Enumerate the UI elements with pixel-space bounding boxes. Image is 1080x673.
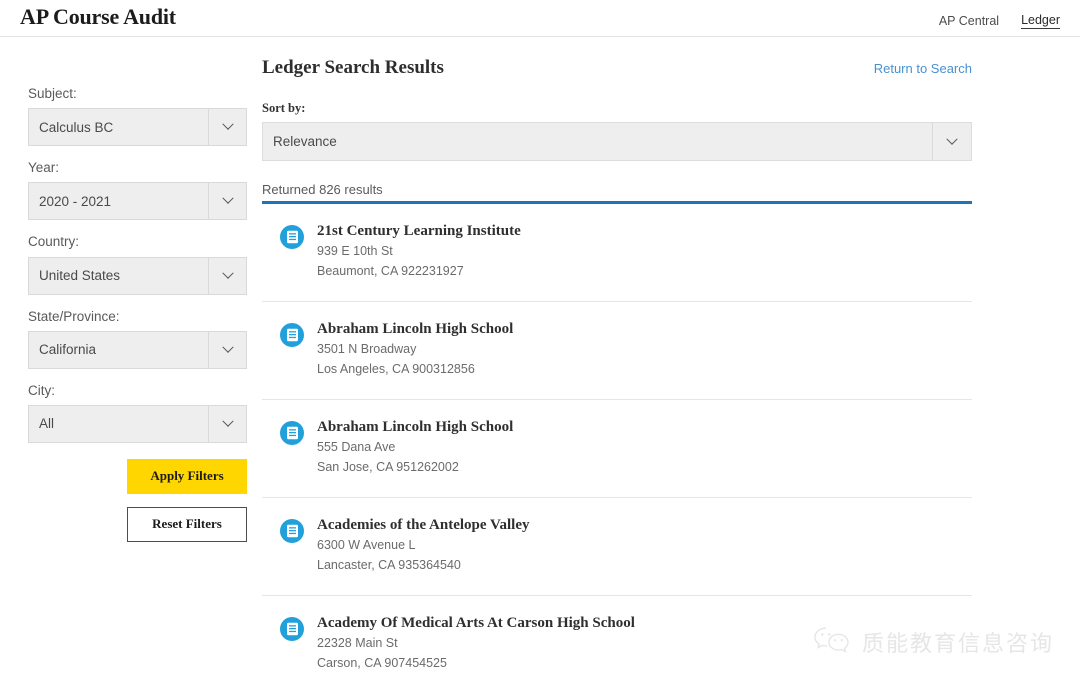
header-nav: AP Central Ledger xyxy=(939,13,1060,29)
result-street: 3501 N Broadway xyxy=(317,342,417,357)
document-icon xyxy=(280,617,304,641)
city-select[interactable]: All xyxy=(28,404,247,443)
page-body: Subject: Calculus BC Year: 2020 - 2021 C… xyxy=(0,37,1080,673)
nav-link-ap-central[interactable]: AP Central xyxy=(939,14,999,28)
result-body: Abraham Lincoln High School 555 Dana Ave… xyxy=(317,419,513,477)
filter-state-label: State/Province: xyxy=(28,308,120,324)
result-body: 21st Century Learning Institute 939 E 10… xyxy=(317,223,521,281)
filter-subject-label: Subject: xyxy=(28,86,77,101)
list-item[interactable]: 21st Century Learning Institute 939 E 10… xyxy=(262,204,972,302)
country-select-value: United States xyxy=(39,268,121,284)
result-body: Academy Of Medical Arts At Carson High S… xyxy=(317,615,635,673)
chevron-down-icon xyxy=(932,123,971,160)
state-select-value: California xyxy=(39,342,97,358)
results-count-row: Returned 826 results xyxy=(262,182,972,204)
result-city-state-zip: Carson, CA 907454525 xyxy=(317,655,447,670)
sort-by-select[interactable]: Relevance xyxy=(262,122,972,161)
nav-link-ledger[interactable]: Ledger xyxy=(1021,13,1060,29)
document-icon xyxy=(280,225,304,249)
result-city-state-zip: Beaumont, CA 922231927 xyxy=(317,263,464,278)
sort-by-value: Relevance xyxy=(273,134,337,149)
site-header: AP Course Audit AP Central Ledger xyxy=(0,0,1080,37)
result-body: Academies of the Antelope Valley 6300 W … xyxy=(317,517,529,575)
chevron-down-icon xyxy=(208,183,246,220)
list-item[interactable]: Abraham Lincoln High School 3501 N Broad… xyxy=(262,302,972,400)
results-title: Ledger Search Results xyxy=(262,57,444,78)
results-count-text: Returned 826 results xyxy=(262,182,383,197)
chevron-down-icon xyxy=(208,257,246,294)
filter-subject: Subject: Calculus BC xyxy=(28,86,262,147)
list-item[interactable]: Academy Of Medical Arts At Carson High S… xyxy=(262,596,972,673)
filter-country-label: Country: xyxy=(28,234,80,250)
filter-country: Country: United States xyxy=(28,234,262,295)
return-to-search-link[interactable]: Return to Search xyxy=(874,61,972,76)
chevron-down-icon xyxy=(208,109,246,146)
results-header: Ledger Search Results Return to Search xyxy=(262,57,972,79)
subject-select[interactable]: Calculus BC xyxy=(28,108,247,147)
page-title: AP Course Audit xyxy=(20,4,176,29)
filter-year-label: Year: xyxy=(28,160,60,176)
year-select-value: 2020 - 2021 xyxy=(39,193,112,209)
result-street: 22328 Main St xyxy=(317,636,398,651)
document-icon xyxy=(280,421,304,445)
city-select-value: All xyxy=(39,416,55,432)
result-city-state-zip: Los Angeles, CA 900312856 xyxy=(317,361,475,376)
filter-city: City: All xyxy=(28,383,262,443)
list-item[interactable]: Academies of the Antelope Valley 6300 W … xyxy=(262,498,972,596)
results-list: 21st Century Learning Institute 939 E 10… xyxy=(262,204,972,673)
subject-select-value: Calculus BC xyxy=(39,119,114,135)
result-school-name: Abraham Lincoln High School xyxy=(317,321,514,337)
result-city-state-zip: Lancaster, CA 935364540 xyxy=(317,557,461,572)
country-select[interactable]: United States xyxy=(28,256,247,295)
state-select[interactable]: California xyxy=(28,330,247,369)
filter-sidebar: Subject: Calculus BC Year: 2020 - 2021 C… xyxy=(0,51,262,673)
document-icon xyxy=(280,519,304,543)
filter-city-label: City: xyxy=(28,382,55,398)
result-school-name: Academy Of Medical Arts At Carson High S… xyxy=(317,615,635,631)
filter-actions: Apply Filters Reset Filters xyxy=(28,458,247,542)
result-street: 939 E 10th St xyxy=(317,244,393,259)
apply-filters-button[interactable]: Apply Filters xyxy=(127,458,247,494)
result-street: 555 Dana Ave xyxy=(317,440,396,455)
filter-year: Year: 2020 - 2021 xyxy=(28,160,262,221)
sort-by-label: Sort by: xyxy=(262,101,306,115)
results-panel: Ledger Search Results Return to Search S… xyxy=(262,51,1080,673)
chevron-down-icon xyxy=(208,405,246,442)
reset-filters-button[interactable]: Reset Filters xyxy=(127,506,247,542)
filter-state: State/Province: California xyxy=(28,309,262,369)
result-city-state-zip: San Jose, CA 951262002 xyxy=(317,459,459,474)
result-school-name: 21st Century Learning Institute xyxy=(317,223,521,239)
chevron-down-icon xyxy=(208,331,246,368)
year-select[interactable]: 2020 - 2021 xyxy=(28,182,247,221)
result-street: 6300 W Avenue L xyxy=(317,538,416,553)
list-item[interactable]: Abraham Lincoln High School 555 Dana Ave… xyxy=(262,400,972,498)
result-body: Abraham Lincoln High School 3501 N Broad… xyxy=(317,321,513,379)
document-icon xyxy=(280,323,304,347)
result-school-name: Abraham Lincoln High School xyxy=(317,419,514,435)
result-school-name: Academies of the Antelope Valley xyxy=(317,517,530,533)
